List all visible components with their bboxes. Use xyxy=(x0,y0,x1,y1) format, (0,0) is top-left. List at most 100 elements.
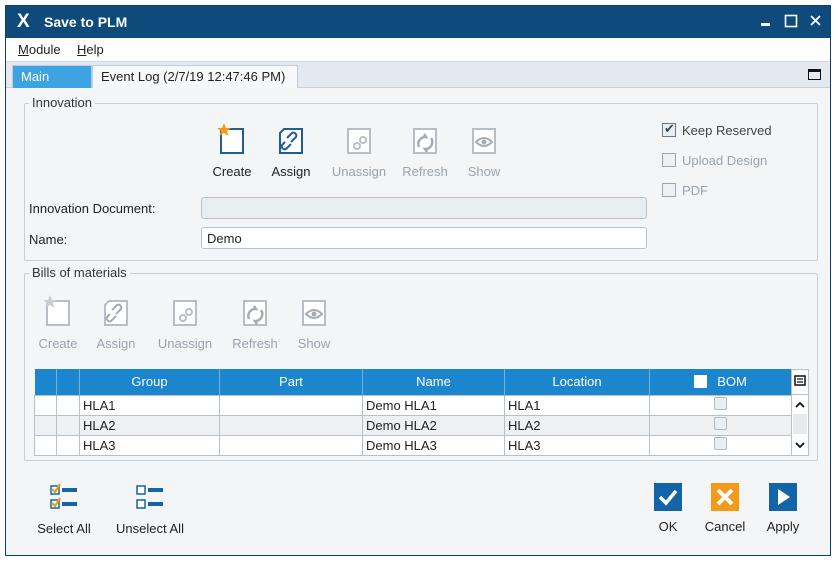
bom-refresh-button[interactable]: Refresh xyxy=(224,294,286,351)
table-header-row: Group Part Name Location BOM xyxy=(34,369,792,395)
unselect-all-icon xyxy=(136,485,163,509)
bom-unassign-button[interactable]: Unassign xyxy=(151,294,219,351)
scroll-thumb[interactable] xyxy=(793,414,807,434)
tab-event-log[interactable]: Event Log (2/7/19 12:47:46 PM) xyxy=(92,65,298,88)
apply-button[interactable]: Apply xyxy=(760,483,806,534)
innovation-document-label: Innovation Document: xyxy=(29,201,156,216)
bom-show-button[interactable]: Show xyxy=(283,294,345,351)
cancel-x-icon xyxy=(711,483,739,511)
save-to-plm-window: X Save to PLM Module Help Main Event Log… xyxy=(5,5,831,556)
checkbox-icon xyxy=(662,183,676,197)
bom-cell[interactable] xyxy=(649,434,792,456)
name-input[interactable]: Demo xyxy=(201,227,647,249)
unassign-link-icon xyxy=(173,300,197,326)
select-all-button[interactable]: Select All xyxy=(28,483,100,536)
show-eye-icon xyxy=(472,128,496,154)
keep-reserved-checkbox[interactable]: Keep Reserved xyxy=(662,121,772,138)
menu-help[interactable]: Help xyxy=(77,42,104,57)
apply-play-icon xyxy=(769,483,797,511)
restore-panel-icon[interactable] xyxy=(808,69,821,80)
refresh-icon xyxy=(413,128,437,154)
minimize-icon[interactable] xyxy=(758,12,776,30)
bom-table: Group Part Name Location BOM HLA1 Demo H… xyxy=(34,369,792,456)
bom-checkbox[interactable] xyxy=(714,417,727,430)
column-header-part[interactable]: Part xyxy=(219,369,363,395)
row-indicator-cell[interactable] xyxy=(34,434,57,456)
part-cell[interactable] xyxy=(219,394,363,416)
maximize-icon[interactable] xyxy=(782,12,800,30)
menu-bar: Module Help xyxy=(6,38,830,62)
select-all-icon xyxy=(50,483,77,509)
innovation-group: Innovation Create Assign Unassign Refres… xyxy=(24,95,818,261)
table-vertical-scrollbar[interactable] xyxy=(791,369,809,456)
bom-cell[interactable] xyxy=(649,394,792,416)
row-indicator-header xyxy=(34,369,57,395)
assign-link-icon xyxy=(279,128,303,154)
bom-cell[interactable] xyxy=(649,414,792,436)
group-cell[interactable]: HLA3 xyxy=(79,434,220,456)
innovation-assign-button[interactable]: Assign xyxy=(260,122,322,179)
refresh-icon xyxy=(243,300,267,326)
bom-legend: Bills of materials xyxy=(29,265,130,280)
pdf-checkbox[interactable]: PDF xyxy=(662,183,708,198)
location-cell[interactable]: HLA3 xyxy=(504,434,650,456)
bom-create-button[interactable]: Create xyxy=(27,294,89,351)
innovation-legend: Innovation xyxy=(29,95,95,110)
row-select-header xyxy=(56,369,80,395)
ok-check-icon xyxy=(654,483,682,511)
create-icon xyxy=(43,295,70,326)
window-title: Save to PLM xyxy=(44,14,128,30)
column-header-bom[interactable]: BOM xyxy=(649,369,792,395)
show-eye-icon xyxy=(302,300,326,326)
create-icon xyxy=(217,123,244,154)
innovation-show-button[interactable]: Show xyxy=(453,122,515,179)
checkbox-icon xyxy=(662,153,676,167)
group-cell[interactable]: HLA1 xyxy=(79,394,220,416)
title-bar[interactable]: X Save to PLM xyxy=(6,6,830,38)
checkbox-checked-icon xyxy=(662,121,676,137)
bom-checkbox[interactable] xyxy=(714,397,727,410)
table-row[interactable]: HLA1 Demo HLA1 HLA1 xyxy=(34,394,792,416)
ok-button[interactable]: OK xyxy=(648,483,688,534)
tab-bar: Main Event Log (2/7/19 12:47:46 PM) xyxy=(6,62,830,88)
innovation-refresh-button[interactable]: Refresh xyxy=(394,122,456,179)
column-chooser-icon[interactable] xyxy=(792,370,808,395)
select-all-bom-checkbox[interactable] xyxy=(694,375,708,389)
location-cell[interactable]: HLA2 xyxy=(504,414,650,436)
row-indicator-cell[interactable] xyxy=(34,394,57,416)
row-select-cell[interactable] xyxy=(56,394,80,416)
unassign-link-icon xyxy=(347,128,371,154)
table-row[interactable]: HLA3 Demo HLA3 HLA3 xyxy=(34,434,792,456)
row-indicator-cell[interactable] xyxy=(34,414,57,436)
name-cell[interactable]: Demo HLA3 xyxy=(362,434,505,456)
column-header-group[interactable]: Group xyxy=(79,369,220,395)
bom-checkbox[interactable] xyxy=(714,437,727,450)
part-cell[interactable] xyxy=(219,414,363,436)
innovation-unassign-button[interactable]: Unassign xyxy=(325,122,393,179)
row-select-cell[interactable] xyxy=(56,434,80,456)
column-header-location[interactable]: Location xyxy=(504,369,650,395)
menu-module[interactable]: Module xyxy=(18,42,61,57)
location-cell[interactable]: HLA1 xyxy=(504,394,650,416)
bom-group: Bills of materials Create Assign Unassig… xyxy=(24,265,818,461)
row-select-cell[interactable] xyxy=(56,414,80,436)
bom-assign-button[interactable]: Assign xyxy=(85,294,147,351)
scroll-up-icon[interactable] xyxy=(794,398,806,412)
table-row[interactable]: HLA2 Demo HLA2 HLA2 xyxy=(34,414,792,436)
column-header-name[interactable]: Name xyxy=(362,369,505,395)
group-cell[interactable]: HLA2 xyxy=(79,414,220,436)
part-cell[interactable] xyxy=(219,434,363,456)
unselect-all-button[interactable]: Unselect All xyxy=(112,483,188,536)
app-logo: X xyxy=(17,11,30,32)
close-icon[interactable] xyxy=(807,12,825,30)
upload-design-checkbox[interactable]: Upload Design xyxy=(662,153,767,168)
scroll-down-icon[interactable] xyxy=(794,438,806,452)
name-label: Name: xyxy=(29,232,68,247)
innovation-create-button[interactable]: Create xyxy=(201,122,263,179)
tab-main[interactable]: Main xyxy=(12,65,92,88)
name-cell[interactable]: Demo HLA1 xyxy=(362,394,505,416)
cancel-button[interactable]: Cancel xyxy=(700,483,750,534)
assign-link-icon xyxy=(104,300,128,326)
name-cell[interactable]: Demo HLA2 xyxy=(362,414,505,436)
innovation-document-field xyxy=(201,197,647,219)
